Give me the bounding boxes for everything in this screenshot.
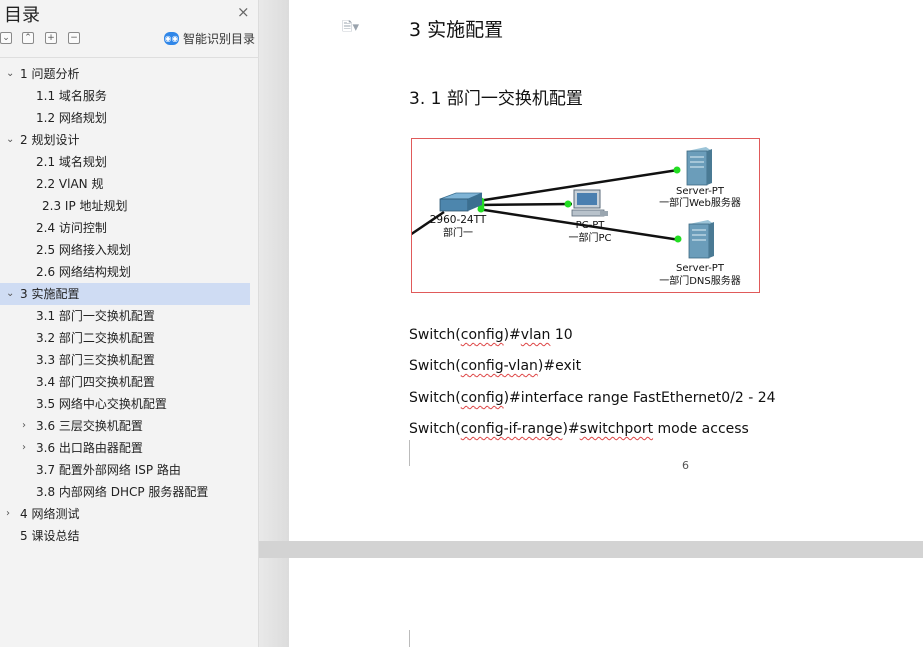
- toc-item[interactable]: 3.2 部门二交换机配置: [0, 327, 259, 349]
- add-heading-icon[interactable]: +: [45, 32, 57, 44]
- toc-item[interactable]: 2.1 域名规划: [0, 151, 259, 173]
- close-icon[interactable]: ×: [237, 3, 250, 21]
- toc-item-label: 3.6 三层交换机配置: [36, 419, 143, 433]
- toc-item[interactable]: ⌄ 3 实施配置: [0, 283, 250, 305]
- section-heading: 3 实施配置: [409, 19, 504, 41]
- margin-corner-mark: [398, 440, 410, 466]
- toc-item[interactable]: ⌄ 1 问题分析: [0, 63, 259, 85]
- command-line: Switch(config)#interface range FastEther…: [409, 390, 776, 406]
- pc-icon: [571, 189, 608, 217]
- toc-item-label: 3 实施配置: [20, 287, 80, 301]
- toc-item[interactable]: ⌄ 2 规划设计: [0, 129, 259, 151]
- chevron-right-icon[interactable]: ›: [22, 437, 26, 459]
- toc-item[interactable]: › 3.6 三层交换机配置: [0, 415, 259, 437]
- toc-item-label: 3.4 部门四交换机配置: [36, 375, 155, 389]
- topology-svg: 2960-24TT 部门一 PC-PT 一部门PC Server-PT 一部门W…: [409, 147, 741, 287]
- ai-robot-icon: ◉◉: [164, 32, 179, 45]
- toc-item[interactable]: 2.2 VlAN 规: [0, 173, 259, 195]
- port-indicator: [673, 166, 681, 174]
- switch-model-label: 2960-24TT: [430, 214, 487, 226]
- sidebar-title: 目录: [4, 5, 40, 26]
- toc-item[interactable]: › 4 网络测试: [0, 503, 259, 525]
- toc-item[interactable]: 3.7 配置外部网络 ISP 路由: [0, 459, 259, 481]
- toc-item-label: 4 网络测试: [20, 507, 80, 521]
- server1-name-label: 一部门Web服务器: [659, 196, 741, 209]
- server2-model-label: Server-PT: [676, 263, 725, 274]
- server2-name-label: 一部门DNS服务器: [659, 274, 741, 287]
- port-indicator: [674, 235, 682, 243]
- port-indicator: [477, 205, 485, 213]
- link-pc: [477, 202, 573, 207]
- document-outline-icon[interactable]: 🗎▾: [342, 18, 359, 40]
- toc-item[interactable]: 3.4 部门四交换机配置: [0, 371, 259, 393]
- expand-up-icon[interactable]: ⌃: [22, 32, 34, 44]
- chevron-right-icon[interactable]: ›: [22, 415, 26, 437]
- smart-toc-label: 智能识别目录: [183, 32, 256, 46]
- command-line: Switch(config)#vlan 10: [409, 327, 573, 343]
- toc-item-label: 2.2 VlAN 规: [36, 177, 104, 191]
- toc-item[interactable]: 3.8 内部网络 DHCP 服务器配置: [0, 481, 259, 503]
- toc-item[interactable]: 3.5 网络中心交换机配置: [0, 393, 259, 415]
- dns-server-icon: [688, 220, 714, 259]
- document-page-next: [289, 558, 923, 647]
- toc-item-label: 2.4 访问控制: [36, 221, 107, 235]
- pc-model-label: PC-PT: [576, 220, 606, 231]
- command-line: Switch(config-vlan)#exit: [409, 358, 582, 374]
- subsection-heading: 3. 1 部门一交换机配置: [409, 89, 583, 109]
- divider: [0, 57, 259, 58]
- toc-item-label: 3.1 部门一交换机配置: [36, 309, 155, 323]
- toc-item-label: 1 问题分析: [20, 67, 80, 81]
- smart-toc-button[interactable]: ◉◉ 智能识别目录: [164, 30, 255, 47]
- margin-corner-mark: [398, 630, 410, 647]
- toc-item-label: 2.5 网络接入规划: [36, 243, 131, 257]
- toc-item[interactable]: 5 课设总结: [0, 525, 259, 547]
- pc-name-label: 一部门PC: [568, 231, 611, 244]
- chevron-down-icon[interactable]: ⌄: [6, 63, 14, 85]
- toc-item-label: 3.5 网络中心交换机配置: [36, 397, 167, 411]
- page-number: 6: [682, 459, 689, 472]
- command-line: Switch(config-if-range)#switchport mode …: [409, 421, 749, 437]
- switch-name-label: 部门一: [443, 226, 473, 239]
- toc-item-label: 1.1 域名服务: [36, 89, 107, 103]
- toc-item-label: 3.6 出口路由器配置: [36, 441, 143, 455]
- toc-item[interactable]: › 3.6 出口路由器配置: [0, 437, 259, 459]
- toc-item[interactable]: 3.3 部门三交换机配置: [0, 349, 259, 371]
- toc-item[interactable]: 2.6 网络结构规划: [0, 261, 259, 283]
- page-gap: [259, 541, 923, 558]
- web-server-icon: [686, 147, 712, 186]
- toc-item-label: 3.8 内部网络 DHCP 服务器配置: [36, 485, 209, 499]
- chevron-down-icon[interactable]: ⌄: [6, 129, 14, 151]
- toc-item-label: 3.2 部门二交换机配置: [36, 331, 155, 345]
- toc-list: ⌄ 1 问题分析 1.1 域名服务 1.2 网络规划 ⌄ 2 规划设计 2.1 域名规划 2.…: [0, 63, 259, 547]
- toc-item-label: 1.2 网络规划: [36, 111, 107, 125]
- toc-item[interactable]: 1.1 域名服务: [0, 85, 259, 107]
- server1-model-label: Server-PT: [676, 186, 725, 197]
- chevron-down-icon[interactable]: ⌄: [6, 283, 14, 305]
- toc-sidebar: 目录 × ⌄ ⌃ + − ◉◉ 智能识别目录 ⌄ 1 问题分析 1.1 域名服务 1.…: [0, 0, 259, 647]
- toc-item-label: 2.1 域名规划: [36, 155, 107, 169]
- switch-icon: [439, 192, 483, 212]
- toc-item-label: 3.7 配置外部网络 ISP 路由: [36, 463, 181, 477]
- toc-item[interactable]: 3.1 部门一交换机配置: [0, 305, 259, 327]
- toc-item-label: 3.3 部门三交换机配置: [36, 353, 155, 367]
- toc-item[interactable]: 1.2 网络规划: [0, 107, 259, 129]
- toc-item-label: 2.6 网络结构规划: [36, 265, 131, 279]
- port-indicator: [564, 200, 572, 208]
- toc-item[interactable]: 2.5 网络接入规划: [0, 239, 259, 261]
- toc-item-label: 5 课设总结: [20, 529, 80, 543]
- toc-item[interactable]: 2.4 访问控制: [0, 217, 259, 239]
- toc-item-label: 2.3 IP 地址规划: [42, 199, 128, 213]
- toc-item-label: 2 规划设计: [20, 133, 80, 147]
- collapse-all-icon[interactable]: ⌄: [0, 32, 12, 44]
- toc-item[interactable]: 2.3 IP 地址规划: [0, 195, 259, 217]
- network-topology-diagram: 2960-24TT 部门一 PC-PT 一部门PC Server-PT 一部门W…: [409, 138, 760, 293]
- chevron-right-icon[interactable]: ›: [6, 503, 10, 525]
- remove-heading-icon[interactable]: −: [68, 32, 80, 44]
